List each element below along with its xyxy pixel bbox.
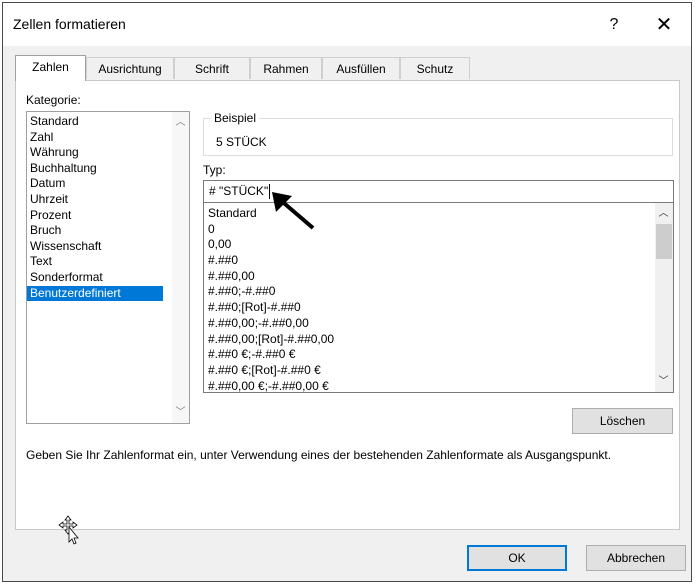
- scroll-up-icon[interactable]: ︿: [172, 114, 189, 131]
- category-item[interactable]: Wissenschaft: [27, 239, 163, 255]
- help-button[interactable]: ?: [599, 13, 629, 37]
- category-item[interactable]: Text: [27, 254, 163, 270]
- format-cells-dialog: Zellen formatieren ? ✕ Zahlen Ausrichtun…: [2, 2, 692, 582]
- delete-button[interactable]: Löschen: [572, 408, 673, 434]
- category-list[interactable]: Standard Zahl Währung Buchhaltung Datum …: [26, 111, 190, 424]
- tab-schutz[interactable]: Schutz: [400, 57, 470, 79]
- format-item[interactable]: #.##0,00;[Rot]-#.##0,00: [204, 332, 673, 348]
- cancel-button[interactable]: Abbrechen: [586, 545, 686, 571]
- close-icon: ✕: [655, 14, 673, 36]
- format-item[interactable]: #.##0;[Rot]-#.##0: [204, 300, 673, 316]
- category-item[interactable]: Uhrzeit: [27, 192, 163, 208]
- category-item-selected[interactable]: Benutzerdefiniert: [27, 285, 163, 302]
- format-item[interactable]: #.##0 €;[Rot]-#.##0 €: [204, 363, 673, 379]
- category-item[interactable]: Prozent: [27, 208, 163, 224]
- category-item[interactable]: Bruch: [27, 223, 163, 239]
- typ-label: Typ:: [203, 163, 226, 177]
- category-item[interactable]: Buchhaltung: [27, 161, 163, 177]
- category-item[interactable]: Standard: [27, 114, 163, 130]
- tab-ausrichtung[interactable]: Ausrichtung: [86, 57, 174, 79]
- tab-panel-zahlen: Kategorie: Standard Zahl Währung Buchhal…: [15, 80, 680, 530]
- tab-ausfuellen[interactable]: Ausfüllen: [322, 57, 400, 79]
- category-item[interactable]: Sonderformat: [27, 270, 163, 286]
- sample-value: 5 STÜCK: [216, 135, 267, 149]
- title-bar: Zellen formatieren ? ✕: [3, 3, 691, 46]
- dialog-footer: OK Abbrechen: [3, 530, 691, 581]
- category-item[interactable]: Zahl: [27, 130, 163, 146]
- tab-schrift[interactable]: Schrift: [174, 57, 250, 79]
- scroll-up-icon[interactable]: ︿: [655, 205, 672, 222]
- sample-legend: Beispiel: [211, 111, 260, 125]
- type-input-value: # "STÜCK": [209, 184, 269, 198]
- scroll-down-icon[interactable]: ﹀: [172, 404, 189, 421]
- category-item[interactable]: Datum: [27, 176, 163, 192]
- annotation-arrow-icon: [272, 192, 315, 230]
- close-button[interactable]: ✕: [649, 13, 679, 37]
- format-item[interactable]: #.##0;-#.##0: [204, 284, 673, 300]
- hint-text: Geben Sie Ihr Zahlenformat ein, unter Ve…: [26, 448, 612, 462]
- format-item[interactable]: #.##0: [204, 253, 673, 269]
- format-item[interactable]: #.##0,00 €;-#.##0,00 €: [204, 379, 673, 392]
- category-scrollbar[interactable]: ︿ ﹀: [172, 112, 189, 423]
- tab-zahlen[interactable]: Zahlen: [15, 55, 86, 81]
- scroll-down-icon[interactable]: ﹀: [655, 373, 672, 390]
- kategorie-label: Kategorie:: [26, 93, 81, 107]
- format-scrollbar[interactable]: ︿ ﹀: [655, 203, 673, 392]
- scroll-thumb[interactable]: [656, 224, 672, 259]
- ok-button[interactable]: OK: [467, 545, 567, 571]
- format-item[interactable]: #.##0 €;-#.##0 €: [204, 347, 673, 363]
- format-item[interactable]: #.##0,00;-#.##0,00: [204, 316, 673, 332]
- sample-box: [203, 118, 673, 156]
- dialog-title: Zellen formatieren: [13, 16, 126, 32]
- format-item[interactable]: #.##0,00: [204, 269, 673, 285]
- format-item[interactable]: 0,00: [204, 237, 673, 253]
- category-item[interactable]: Währung: [27, 145, 163, 161]
- tab-rahmen[interactable]: Rahmen: [250, 57, 322, 79]
- move-cursor-icon: [58, 515, 79, 545]
